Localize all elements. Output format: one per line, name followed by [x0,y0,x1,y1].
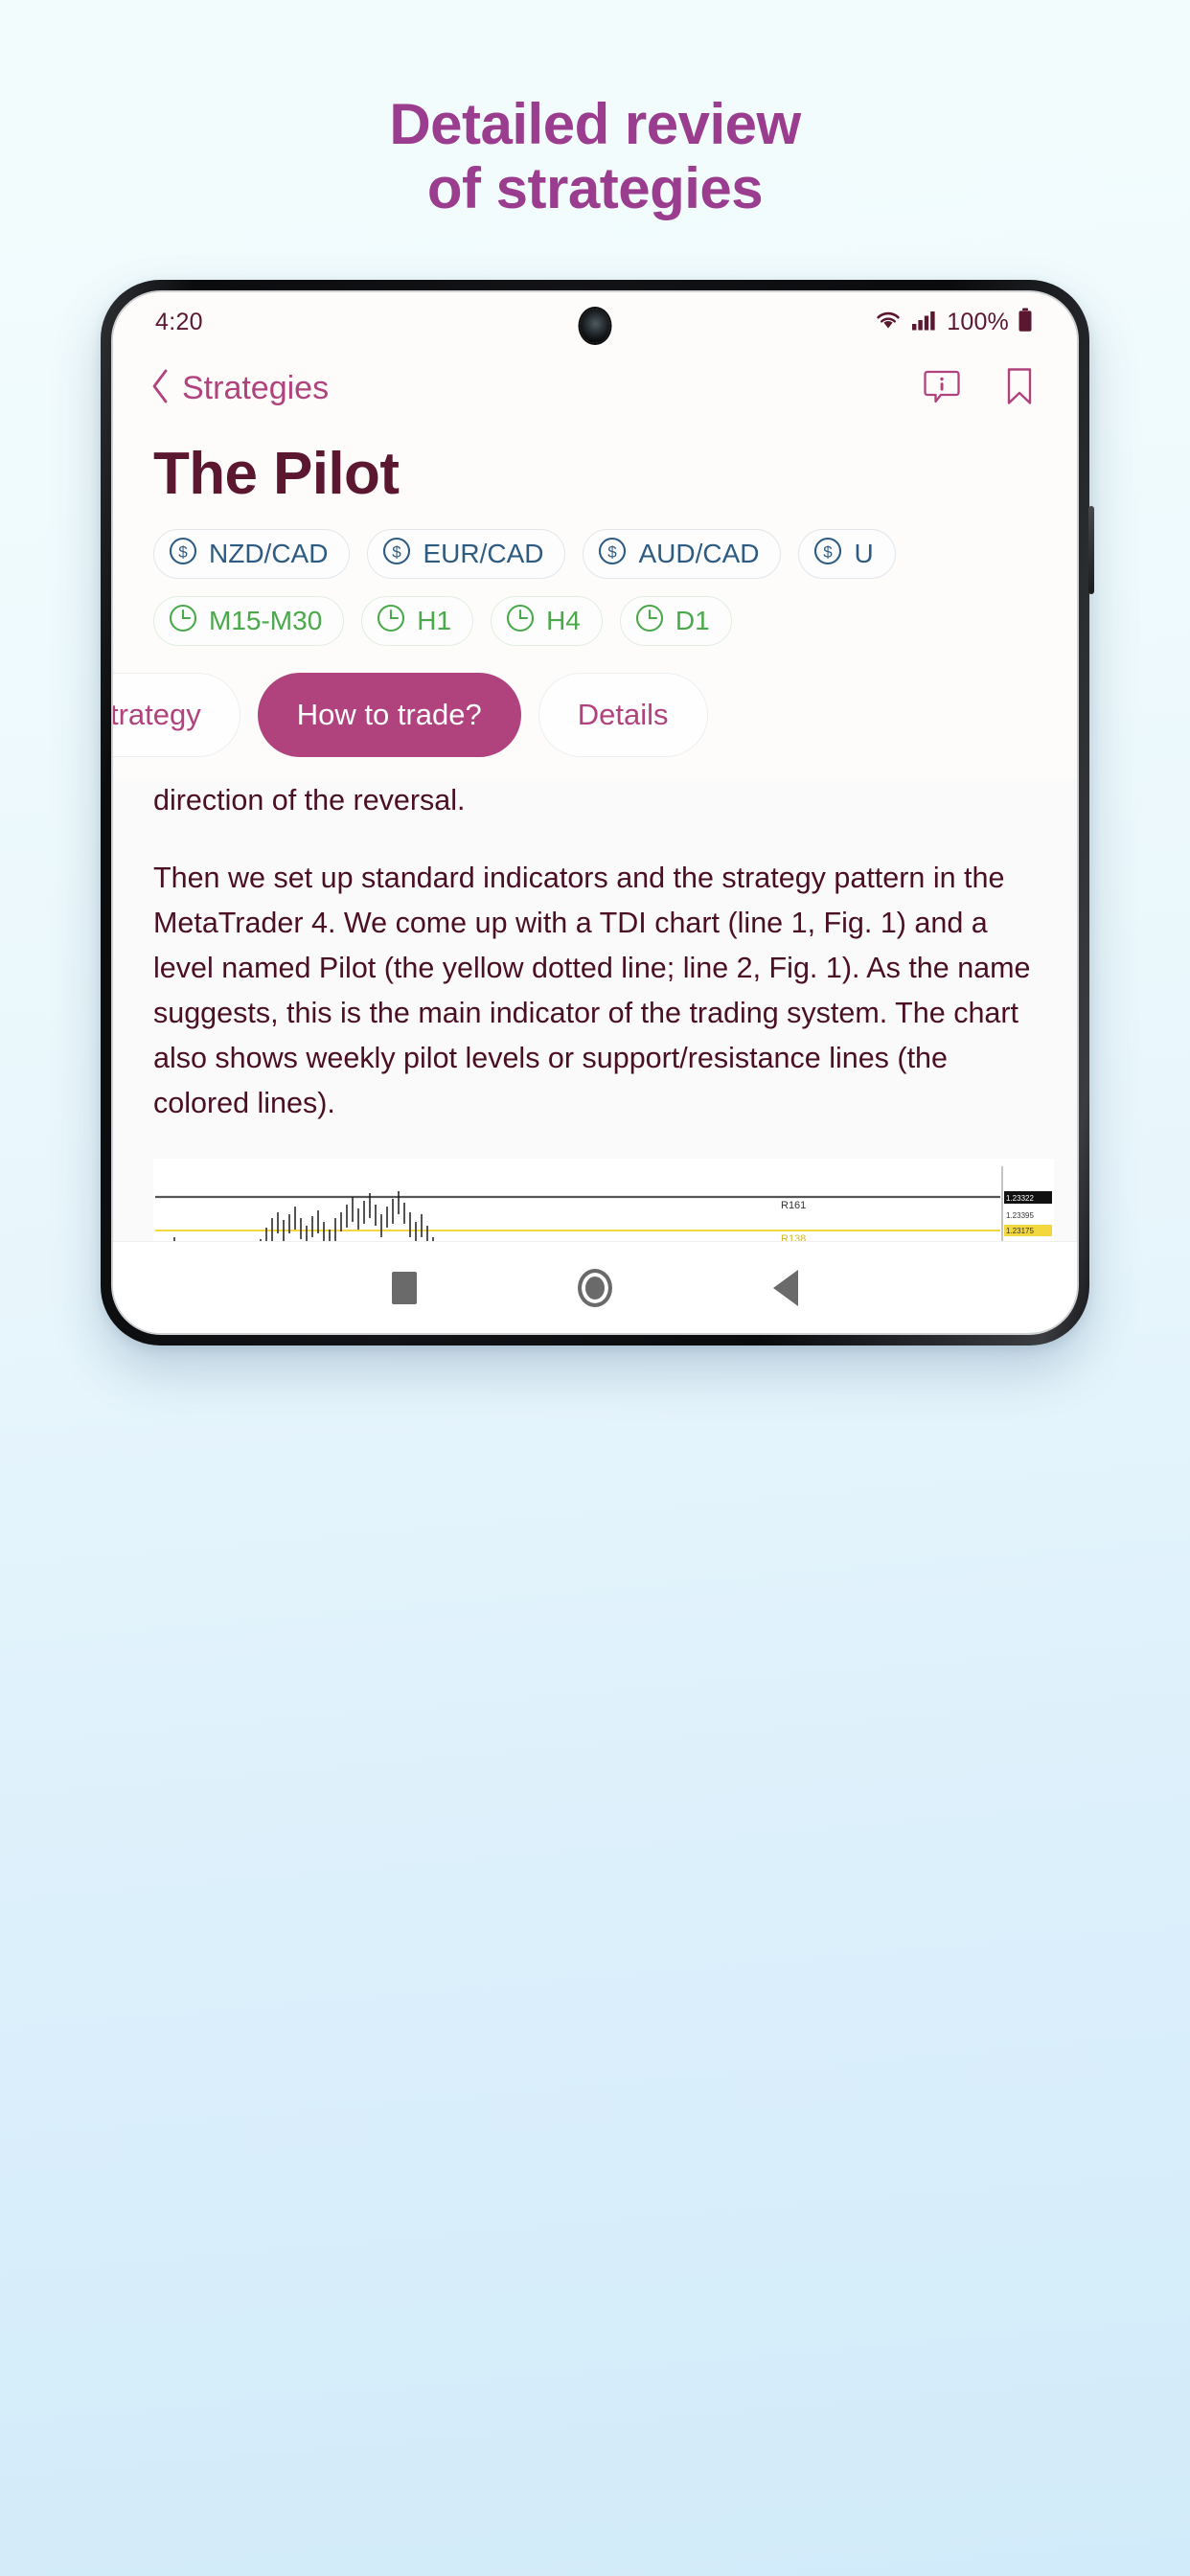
back-label: Strategies [182,369,330,406]
home-circle-icon[interactable] [578,1268,612,1307]
currency-pair-chip[interactable]: $ NZD/CAD [153,529,351,579]
svg-text:$: $ [608,542,618,561]
tab-strategy[interactable]: trategy [113,673,240,757]
currency-pair-chip[interactable]: $ U [798,529,896,579]
tab-details[interactable]: Details [538,673,708,757]
page-title: The Pilot [113,425,1077,516]
app-header: Strategies [113,352,1077,425]
dollar-circle-icon: $ [812,536,843,573]
tab-how-to-trade[interactable]: How to trade? [257,673,521,757]
android-navigation-bar[interactable] [113,1241,1077,1333]
back-triangle-icon[interactable] [773,1269,798,1306]
currency-pair-label: U [854,539,874,568]
battery-percent-label: 100% [947,308,1009,335]
dollar-circle-icon: $ [381,536,412,573]
svg-text:$: $ [824,542,834,561]
clock-icon [634,603,665,640]
currency-pair-label: EUR/CAD [423,539,544,568]
timeframe-label: M15-M30 [209,606,323,635]
status-bar: 4:20 100% [113,292,1077,352]
content-tab-bar[interactable]: trategy How to trade? Details [113,652,1077,778]
bookmark-icon[interactable] [1004,366,1035,411]
clock-icon [168,603,198,640]
timeframe-label: D1 [675,606,710,635]
timeframe-chip[interactable]: H4 [491,596,603,646]
level-label-r161: R161 [781,1200,806,1211]
article-paragraph-cut: direction of the reversal. [153,784,466,816]
status-bar-clock: 4:20 [155,308,203,335]
svg-text:1.23322: 1.23322 [1006,1194,1034,1203]
recents-square-icon[interactable] [392,1271,417,1304]
back-to-strategies-button[interactable]: Strategies [149,368,329,409]
wifi-icon [874,309,903,336]
clock-icon [376,603,406,640]
timeframe-chip[interactable]: M15-M30 [153,596,345,646]
timeframe-chip[interactable]: D1 [619,596,732,646]
phone-screen: 4:20 100% Strategies The Pilot $ NZD/CAD… [111,290,1079,1335]
phone-device-frame: 4:20 100% Strategies The Pilot $ NZD/CAD… [101,280,1094,1346]
promo-headline-line-1: Detailed review [389,92,801,156]
currency-pair-label: NZD/CAD [209,539,329,568]
currency-pair-chip[interactable]: $ AUD/CAD [583,529,782,579]
info-bubble-icon[interactable] [924,367,960,410]
timeframe-label: H1 [417,606,452,635]
cellular-signal-icon [911,309,938,336]
chevron-left-icon [149,368,171,409]
currency-pair-chip[interactable]: $ EUR/CAD [367,529,566,579]
front-camera-punch-hole [580,309,610,343]
battery-full-icon [1018,308,1033,337]
status-bar-indicators: 100% [874,308,1033,337]
currency-pair-chip-row[interactable]: $ NZD/CAD $ EUR/CAD $ AUD/CAD $ U [113,516,1077,579]
timeframe-label: H4 [546,606,581,635]
dollar-circle-icon: $ [168,536,198,573]
svg-text:$: $ [393,542,402,561]
svg-text:1.23395: 1.23395 [1006,1211,1034,1220]
article-paragraph-1: Then we set up standard indicators and t… [153,862,1031,1119]
svg-text:$: $ [178,542,188,561]
promo-headline-line-2: of strategies [426,156,764,221]
timeframe-chip[interactable]: H1 [361,596,474,646]
clock-icon [505,603,536,640]
dollar-circle-icon: $ [597,536,628,573]
promo-headline: Detailed review of strategies [0,92,1190,220]
svg-text:1.23175: 1.23175 [1006,1227,1034,1235]
currency-pair-label: AUD/CAD [638,539,760,568]
header-action-icons [924,366,1035,411]
timeframe-chip-row[interactable]: M15-M30 H1 H4 D1 [113,579,1077,652]
